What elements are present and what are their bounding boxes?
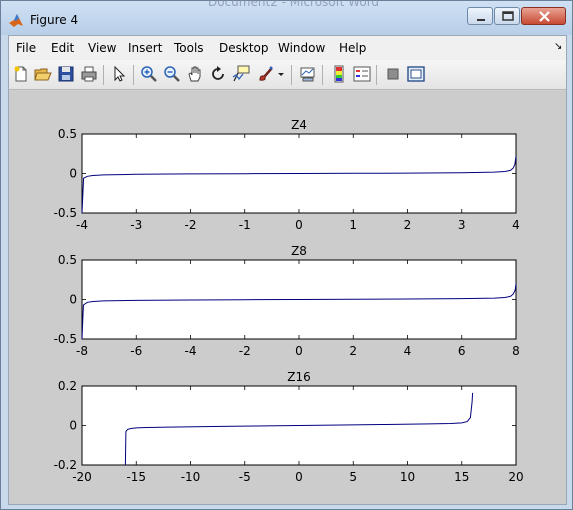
x-tick-label: 0 <box>295 470 303 484</box>
new-figure-icon[interactable] <box>12 65 30 83</box>
y-tick-label: 0.2 <box>58 379 77 393</box>
toolbar-separator <box>103 65 104 85</box>
brush-dropdown-icon[interactable] <box>276 65 286 83</box>
open-file-icon[interactable] <box>34 65 52 83</box>
zoom-in-icon[interactable] <box>140 65 158 83</box>
x-tick-label: 20 <box>508 470 523 484</box>
y-tick-label: 0.5 <box>58 253 77 267</box>
x-tick-label: -1 <box>239 218 251 232</box>
menu-edit[interactable]: Edit <box>51 41 74 55</box>
x-tick-label: -15 <box>126 470 146 484</box>
pan-icon[interactable] <box>186 65 204 83</box>
dock-arrow-icon[interactable]: ↘ <box>554 41 562 52</box>
x-tick-label: 8 <box>512 344 520 358</box>
x-tick-label: 4 <box>512 218 520 232</box>
menu-file[interactable]: File <box>16 41 36 55</box>
y-tick-label: -0.5 <box>54 206 77 220</box>
print-icon[interactable] <box>80 65 98 83</box>
edit-plot-icon[interactable] <box>110 65 128 83</box>
maximize-icon <box>502 11 514 21</box>
window-title: Figure 4 <box>30 13 79 27</box>
x-tick-label: -6 <box>130 344 142 358</box>
figure-window: Document2 - Microsoft Word Figure 4 File… <box>0 0 573 510</box>
figure-toolbar <box>9 60 566 90</box>
insert-legend-icon[interactable] <box>353 65 371 83</box>
save-icon[interactable] <box>57 65 75 83</box>
menu-view[interactable]: View <box>88 41 116 55</box>
x-tick-label: -2 <box>185 218 197 232</box>
menu-bar: File Edit View Insert Tools Desktop Wind… <box>9 36 566 60</box>
menu-desktop[interactable]: Desktop <box>219 41 269 55</box>
x-tick-label: -4 <box>185 344 197 358</box>
x-tick-label: 2 <box>349 344 357 358</box>
link-plot-icon[interactable] <box>299 65 317 83</box>
title-bar[interactable]: Document2 - Microsoft Word Figure 4 <box>1 0 572 35</box>
toolbar-separator <box>376 65 377 85</box>
x-tick-label: 5 <box>349 470 357 484</box>
brush-icon[interactable] <box>257 65 275 83</box>
subplot-title-z8: Z8 <box>291 244 307 258</box>
x-tick-label: 2 <box>404 218 412 232</box>
minimize-icon <box>477 19 485 21</box>
x-tick-label: -8 <box>76 344 88 358</box>
x-tick-label: 0 <box>295 344 303 358</box>
close-button[interactable] <box>521 7 566 25</box>
x-tick-label: -20 <box>72 470 92 484</box>
toolbar-separator <box>291 65 292 85</box>
x-tick-label: -4 <box>76 218 88 232</box>
background-window-title: Document2 - Microsoft Word <box>208 0 380 9</box>
x-tick-label: 4 <box>404 344 412 358</box>
plots-svg: Z4 -4 -3 -2 -1 0 1 2 3 4 -0.500.5 Z8 -8 -6 -4 -2 0 2 4… <box>54 118 524 484</box>
y-tick-label: -0.2 <box>54 458 77 472</box>
y-tick-label: 0.5 <box>58 127 77 141</box>
matlab-icon <box>9 14 23 27</box>
insert-colorbar-icon[interactable] <box>330 65 348 83</box>
x-tick-label: 1 <box>349 218 357 232</box>
y-tick-label: 0 <box>69 419 77 433</box>
x-tick-label: -10 <box>181 470 201 484</box>
x-tick-label: 6 <box>458 344 466 358</box>
y-tick-label: 0 <box>69 293 77 307</box>
figure-canvas: Z4 -4 -3 -2 -1 0 1 2 3 4 -0.5 0 0.5 Z8 -8 -6 -4 -2 0 2 4… <box>9 91 566 504</box>
subplot-title-z4: Z4 <box>291 118 307 132</box>
hide-plot-tools-icon[interactable] <box>384 65 402 83</box>
zoom-out-icon[interactable] <box>163 65 181 83</box>
close-icon <box>539 11 550 22</box>
y-tick-label: -0.5 <box>54 332 77 346</box>
x-tick-label: -3 <box>130 218 142 232</box>
toolbar-separator <box>133 65 134 85</box>
x-tick-label: -5 <box>239 470 251 484</box>
menu-tools[interactable]: Tools <box>174 41 204 55</box>
menu-insert[interactable]: Insert <box>128 41 162 55</box>
x-tick-label: -2 <box>239 344 251 358</box>
minimize-button[interactable] <box>467 7 493 25</box>
menu-help[interactable]: Help <box>339 41 366 55</box>
rotate-3d-icon[interactable] <box>209 65 227 83</box>
data-cursor-icon[interactable] <box>232 65 250 83</box>
subplot-z16[interactable]: Z16 -20 -15 -10 -5 0 5 10 15 20 -0.2 0 0.2 <box>54 370 524 484</box>
x-tick-label: 0 <box>295 218 303 232</box>
x-tick-label: 10 <box>400 470 415 484</box>
subplot-z8[interactable]: Z8 -8 -6 -4 -2 0 2 4 6 8 -0.5 0 0.5 <box>54 244 520 358</box>
subplot-z4[interactable]: Z4 -4 -3 -2 -1 0 1 2 3 4 -0.5 0 0.5 <box>54 118 520 232</box>
x-tick-label: 3 <box>458 218 466 232</box>
maximize-button[interactable] <box>494 7 520 25</box>
toolbar-separator <box>322 65 323 85</box>
figure-client-area: File Edit View Insert Tools Desktop Wind… <box>8 35 567 505</box>
y-tick-label: 0 <box>69 167 77 181</box>
x-tick-label: 15 <box>454 470 469 484</box>
show-plot-tools-icon[interactable] <box>407 65 425 83</box>
menu-window[interactable]: Window <box>278 41 325 55</box>
subplot-title-z16: Z16 <box>287 370 311 384</box>
